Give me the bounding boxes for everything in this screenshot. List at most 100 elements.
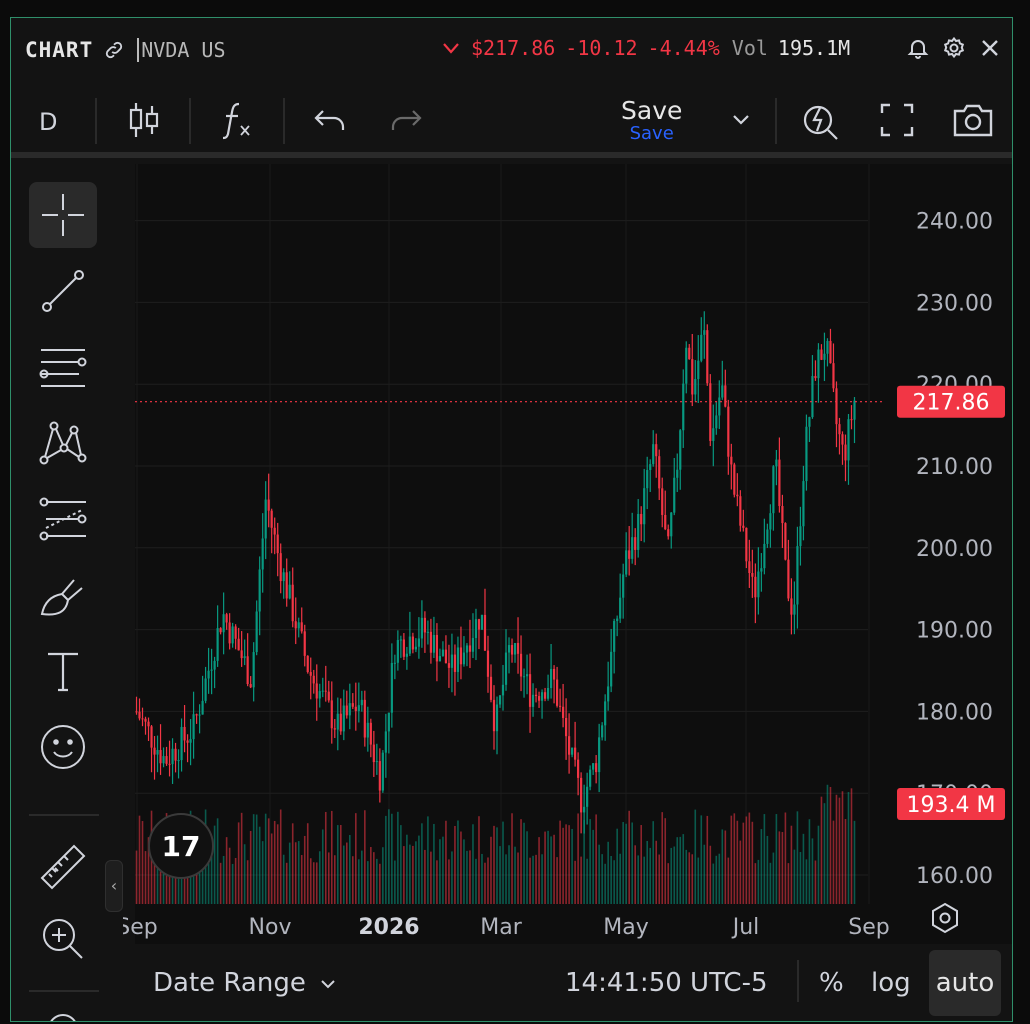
candle-body xyxy=(694,379,697,395)
chevron-down-icon[interactable] xyxy=(731,112,751,126)
volume-bar xyxy=(850,788,853,904)
volume-bar xyxy=(793,849,796,904)
volume-bar xyxy=(321,829,324,904)
candle-body xyxy=(552,668,556,680)
volume-bar xyxy=(436,860,438,904)
candle-body xyxy=(510,645,514,655)
log-scale-toggle[interactable]: log xyxy=(871,968,911,998)
crosshair-tool[interactable] xyxy=(29,182,97,248)
close-icon[interactable] xyxy=(978,36,1002,60)
chevron-down-icon[interactable] xyxy=(319,978,337,990)
date-range-button[interactable]: Date Range xyxy=(153,968,306,998)
fib-retracement-tool[interactable] xyxy=(29,486,97,552)
candle-body xyxy=(555,679,559,706)
volume-bar xyxy=(736,820,739,904)
candle-body xyxy=(775,459,778,467)
candle-body xyxy=(177,760,180,762)
volume-bar xyxy=(811,838,814,904)
volume-bar xyxy=(219,862,222,904)
candle-body xyxy=(174,748,177,761)
candle-body xyxy=(577,759,580,778)
volume-bar xyxy=(724,830,727,904)
emoji-tool[interactable] xyxy=(29,714,97,780)
auto-scale-toggle[interactable]: auto xyxy=(929,950,1001,1016)
redo-icon[interactable] xyxy=(389,106,423,136)
camera-icon[interactable] xyxy=(951,102,995,138)
trend-line-tool[interactable] xyxy=(29,258,97,324)
candle-body xyxy=(192,714,195,740)
quick-search-icon[interactable] xyxy=(801,98,841,142)
volume-bar xyxy=(249,830,252,904)
volume-bar xyxy=(273,820,276,904)
candle-body xyxy=(432,634,436,653)
volume-bar xyxy=(796,811,799,904)
candle-body xyxy=(667,529,670,537)
gear-icon[interactable] xyxy=(942,36,966,60)
candle-body xyxy=(471,638,475,652)
volume-bar xyxy=(291,823,294,904)
candle-body xyxy=(273,527,276,535)
candle-body xyxy=(583,806,586,813)
candle-body xyxy=(213,660,216,670)
volume-bar xyxy=(640,825,643,904)
indicators-fx-icon[interactable] xyxy=(219,100,255,140)
candle-body xyxy=(610,651,613,687)
volume-bar xyxy=(562,827,564,904)
volume-bar xyxy=(511,813,513,904)
plot-left-gutter xyxy=(123,164,135,944)
undo-icon[interactable] xyxy=(313,106,347,136)
percent-scale-toggle[interactable]: % xyxy=(819,968,844,998)
fullscreen-icon[interactable] xyxy=(879,102,915,138)
candlestick-chart[interactable]: 240.00230.00220.00210.00200.00190.00180.… xyxy=(116,164,1013,944)
quote-summary: $217.86 -10.12 -4.44% Vol 195.1M xyxy=(441,36,850,60)
volume-bar xyxy=(424,849,426,904)
volume-bar xyxy=(805,859,808,904)
x-axis-tick-label: Sep xyxy=(848,915,889,940)
volume-bar xyxy=(330,810,333,904)
horizontal-lines-tool[interactable] xyxy=(29,334,97,400)
candle-body xyxy=(598,737,601,773)
brush-tool[interactable] xyxy=(29,562,97,628)
candle-body xyxy=(207,670,210,679)
volume-bar xyxy=(141,821,144,904)
link-icon[interactable] xyxy=(103,39,125,61)
zoom-in-tool[interactable] xyxy=(29,906,97,972)
candle-body xyxy=(592,763,595,770)
volume-bar xyxy=(667,863,670,904)
volume-bar xyxy=(577,813,579,904)
sidebar-collapse-handle[interactable]: ‹ xyxy=(105,860,123,912)
header-actions xyxy=(906,36,1002,60)
measure-tool[interactable] xyxy=(29,834,97,900)
volume-bar xyxy=(318,851,321,904)
candle-body xyxy=(571,747,574,755)
candle-body xyxy=(540,692,544,701)
candle-body xyxy=(595,763,598,773)
candle-body xyxy=(700,334,703,361)
chart-plot-area[interactable]: 240.00 230.00 220.00 210.00 200.00 190.00 180.… xyxy=(116,164,1013,944)
magnet-tool[interactable] xyxy=(29,1004,97,1021)
text-tool[interactable] xyxy=(29,638,97,704)
candlestick-type-icon[interactable] xyxy=(127,100,161,140)
clock-timezone[interactable]: 14:41:50 UTC-5 xyxy=(565,968,768,998)
bell-icon[interactable] xyxy=(906,36,930,60)
text-icon xyxy=(48,652,78,692)
volume-bar xyxy=(294,842,297,904)
volume-bar xyxy=(607,841,609,904)
symbol-input[interactable]: NVDA US xyxy=(137,38,226,62)
candle-body xyxy=(823,353,826,360)
save-button[interactable]: Save Save xyxy=(621,96,682,144)
candle-body xyxy=(276,534,279,554)
candle-body xyxy=(219,628,222,633)
volume-bar xyxy=(478,816,480,904)
candle-body xyxy=(817,349,820,379)
volume-bar xyxy=(379,863,381,904)
volume-bar xyxy=(336,825,339,904)
volume-bar xyxy=(739,840,742,904)
candle-body xyxy=(787,559,790,599)
pattern-tool[interactable] xyxy=(29,410,97,476)
candle-body xyxy=(243,656,246,659)
volume-bar xyxy=(439,839,441,904)
interval-button[interactable]: D xyxy=(39,108,57,136)
axis-settings-icon[interactable] xyxy=(932,902,958,934)
candle-body xyxy=(853,400,856,420)
